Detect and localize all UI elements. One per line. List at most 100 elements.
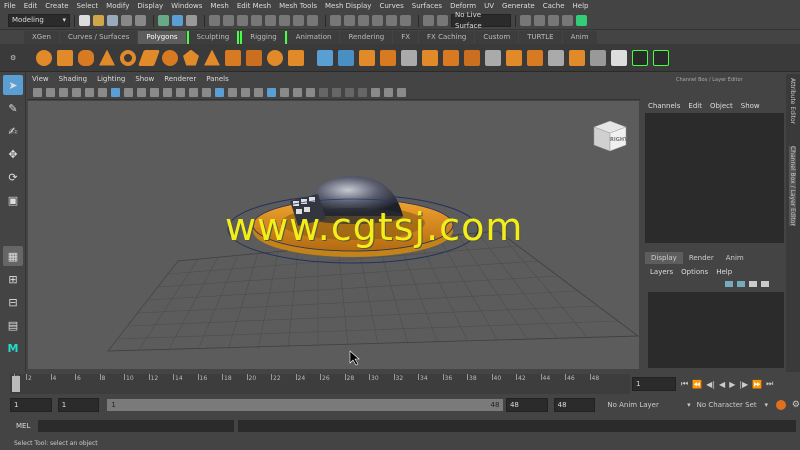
- channel-menu-channels[interactable]: Channels: [648, 102, 680, 110]
- shelf-tab-fx-caching[interactable]: FX Caching: [419, 31, 475, 44]
- shadows-icon[interactable]: [267, 87, 276, 97]
- scale-tool-icon[interactable]: ▣: [3, 190, 23, 210]
- channel-box-list[interactable]: [645, 113, 784, 243]
- menu-mesh-tools[interactable]: Mesh Tools: [275, 0, 321, 12]
- mask-icon[interactable]: [293, 15, 304, 26]
- layer-tab-render[interactable]: Render: [683, 252, 720, 264]
- move-layer-up-icon[interactable]: [725, 281, 733, 287]
- menu-modify[interactable]: Modify: [102, 0, 133, 12]
- shelf-tab-rigging[interactable]: Rigging: [240, 31, 287, 44]
- shelf-tab-polygons[interactable]: Polygons: [138, 31, 186, 44]
- save-scene-icon[interactable]: [107, 15, 118, 26]
- ambient-occlusion-icon[interactable]: [280, 87, 289, 97]
- command-input[interactable]: [38, 420, 234, 432]
- platonic-icon[interactable]: [183, 49, 199, 66]
- bevel-icon[interactable]: [443, 49, 459, 66]
- outliner-layout-icon[interactable]: ▤: [3, 315, 23, 335]
- lasso-tool-icon[interactable]: ✎: [3, 98, 23, 118]
- cone-icon[interactable]: [99, 49, 115, 66]
- redo-icon[interactable]: [135, 15, 146, 26]
- torus-icon[interactable]: [120, 49, 136, 66]
- cube-icon[interactable]: [57, 49, 73, 66]
- pipe-icon[interactable]: [225, 49, 241, 66]
- viewport-menu-view[interactable]: View: [27, 74, 54, 85]
- current-frame-field[interactable]: 1: [632, 377, 676, 391]
- menu-windows[interactable]: Windows: [167, 0, 206, 12]
- step-forward-key-icon[interactable]: ⏩: [752, 380, 762, 389]
- target-weld-icon[interactable]: [506, 49, 522, 66]
- disc-icon[interactable]: [162, 49, 178, 66]
- select-object-icon[interactable]: [172, 15, 183, 26]
- multi-cut-icon[interactable]: [485, 49, 501, 66]
- live-surface-field[interactable]: No Live Surface: [451, 11, 511, 30]
- new-scene-icon[interactable]: [79, 15, 90, 26]
- snap-point-icon[interactable]: [358, 15, 369, 26]
- mode-dropdown[interactable]: Modeling ▾: [8, 14, 70, 27]
- undo-icon[interactable]: [121, 15, 132, 26]
- shelf-options-icon[interactable]: ⚙: [10, 54, 18, 62]
- gate-mask-icon[interactable]: [150, 87, 159, 97]
- layer-menu-layers[interactable]: Layers: [650, 268, 673, 276]
- lights-icon[interactable]: [254, 87, 263, 97]
- layer-menu-help[interactable]: Help: [716, 268, 732, 276]
- current-time-marker[interactable]: [12, 376, 20, 392]
- merge-icon[interactable]: [548, 49, 564, 66]
- smooth-icon[interactable]: [359, 49, 375, 66]
- viewport-menu-panels[interactable]: Panels: [201, 74, 234, 85]
- shelf-tab-custom[interactable]: Custom: [475, 31, 519, 44]
- image-plane-icon[interactable]: [72, 87, 81, 97]
- single-view-icon[interactable]: ▦: [3, 246, 23, 266]
- start-frame-field[interactable]: 1: [10, 398, 52, 412]
- antialias-icon[interactable]: [306, 87, 315, 97]
- color-management-icon[interactable]: [397, 87, 406, 97]
- new-layer-selected-icon[interactable]: [761, 281, 769, 287]
- channel-box-tab[interactable]: Channel Box / Layer Editor: [789, 146, 796, 226]
- safe-title-icon[interactable]: [189, 87, 198, 97]
- move-tool-icon[interactable]: ✥: [3, 144, 23, 164]
- select-component-icon[interactable]: [186, 15, 197, 26]
- hypershade-icon[interactable]: [576, 15, 587, 26]
- boolean-icon[interactable]: [380, 49, 396, 66]
- viewport-menu-renderer[interactable]: Renderer: [159, 74, 201, 85]
- attribute-editor-tab[interactable]: Attribute Editor: [789, 78, 796, 124]
- layer-tab-display[interactable]: Display: [645, 252, 683, 264]
- layer-tab-anim[interactable]: Anim: [720, 252, 750, 264]
- automatic-uv-icon[interactable]: [611, 49, 627, 66]
- four-view-icon[interactable]: ⊞: [3, 269, 23, 289]
- menu-display[interactable]: Display: [133, 0, 167, 12]
- menu-help[interactable]: Help: [569, 0, 593, 12]
- grid-toggle-icon[interactable]: [111, 87, 120, 97]
- menu-edit-mesh[interactable]: Edit Mesh: [233, 0, 275, 12]
- range-slider-handle[interactable]: 1 48: [107, 399, 504, 411]
- go-to-end-icon[interactable]: ⏭: [766, 379, 773, 389]
- play-forward-icon[interactable]: ▶: [729, 380, 735, 389]
- viewcube[interactable]: RIGHT: [588, 115, 628, 155]
- 2d-pan-icon[interactable]: [85, 87, 94, 97]
- svg-icon[interactable]: [288, 49, 304, 66]
- depth-of-field-icon[interactable]: [319, 87, 328, 97]
- open-scene-icon[interactable]: [93, 15, 104, 26]
- step-back-key-icon[interactable]: ⏪: [692, 380, 702, 389]
- construction-icon[interactable]: [437, 15, 448, 26]
- shelf-tab-fx[interactable]: FX: [393, 31, 419, 44]
- planar-uv-icon[interactable]: [590, 49, 606, 66]
- shelf-tab-anim[interactable]: Anim: [562, 31, 597, 44]
- menu-mesh[interactable]: Mesh: [206, 0, 232, 12]
- shelf-tab-xgen[interactable]: XGen: [24, 31, 59, 44]
- sphere-icon[interactable]: [36, 49, 52, 66]
- shelf-tab-animation[interactable]: Animation: [287, 31, 340, 44]
- soccer-ball-icon[interactable]: [267, 49, 283, 66]
- menu-create[interactable]: Create: [41, 0, 72, 12]
- ipr-render-icon[interactable]: [548, 15, 559, 26]
- menu-edit[interactable]: Edit: [20, 0, 42, 12]
- mask-icon[interactable]: [251, 15, 262, 26]
- menu-surfaces[interactable]: Surfaces: [408, 0, 446, 12]
- menu-cache[interactable]: Cache: [539, 0, 569, 12]
- camera-attr-icon[interactable]: [46, 87, 55, 97]
- viewport-menu-show[interactable]: Show: [130, 74, 159, 85]
- snap-live-icon[interactable]: [400, 15, 411, 26]
- motion-blur-icon[interactable]: [293, 87, 302, 97]
- xray-icon[interactable]: [345, 87, 354, 97]
- shelf-tab-turtle[interactable]: TURTLE: [519, 31, 562, 44]
- history-icon[interactable]: [423, 15, 434, 26]
